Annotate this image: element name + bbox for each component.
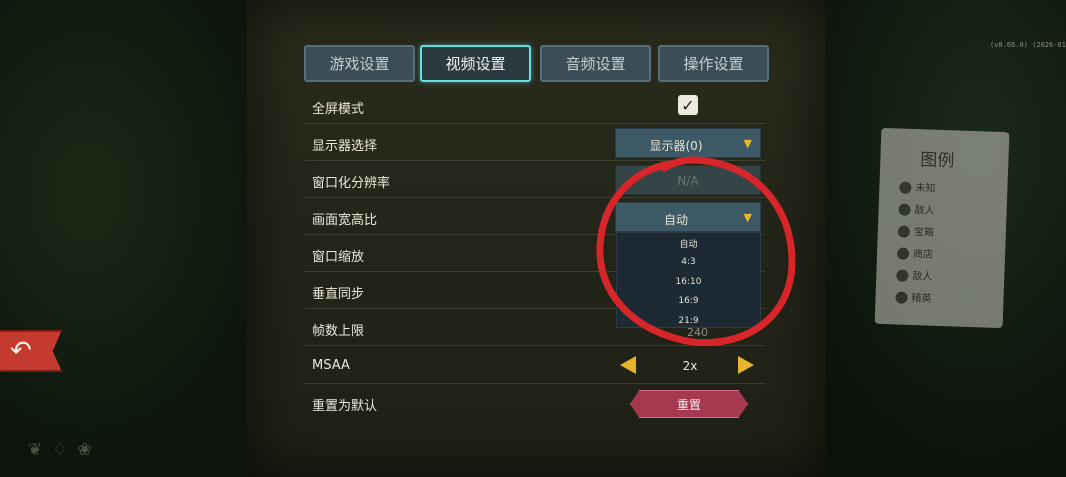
setting-label: 帧数上限 <box>312 324 365 339</box>
dropdown-option[interactable]: 自动 <box>617 237 760 250</box>
aspect-ratio-select[interactable]: 自动 ▼ <box>615 202 761 232</box>
setting-row-fullscreen: 全屏模式 ✓ <box>305 87 765 124</box>
legend-item: 敌人 <box>898 200 935 217</box>
tab-video-settings[interactable]: 视频设置 <box>420 45 531 82</box>
select-value: 自动 <box>663 213 688 227</box>
setting-label: 重置为默认 <box>312 399 378 414</box>
legend-item: 宝箱 <box>897 222 935 239</box>
setting-row-monitor: 显示器选择 显示器(0) ▼ <box>305 124 765 161</box>
triangle-down-icon: ▼ <box>743 211 752 224</box>
shop-icon <box>896 247 910 260</box>
setting-row-reset: 重置为默认 重置 <box>305 384 765 421</box>
setting-label: 垂直同步 <box>312 287 365 302</box>
legend-title: 图例 <box>920 150 955 172</box>
setting-label: 显示器选择 <box>312 139 378 154</box>
back-button[interactable]: ↶ <box>0 330 62 372</box>
setting-label: 全屏模式 <box>312 102 365 117</box>
resolution-select[interactable]: N/A <box>615 165 761 195</box>
select-value: 显示器(0) <box>649 139 703 153</box>
back-arrow-icon: ↶ <box>10 336 32 366</box>
setting-row-windowed-resolution: 窗口化分辨率 N/A <box>305 161 765 198</box>
enemy-icon <box>898 203 911 216</box>
legend-item: 精英 <box>895 288 932 305</box>
setting-row-aspect-ratio: 画面宽高比 自动 ▼ <box>305 198 765 235</box>
enemy-icon <box>896 269 909 282</box>
bottom-left-icons: ❦♢❀ <box>28 440 102 460</box>
legend-item: 敌人 <box>896 266 933 283</box>
chest-icon <box>897 225 911 238</box>
dropdown-option[interactable]: 21:9 <box>617 316 760 326</box>
aspect-ratio-dropdown-list: 自动 4:3 16:10 16:9 21:9 <box>616 232 761 328</box>
fullscreen-checkbox[interactable]: ✓ <box>678 95 698 115</box>
legend-item: 商店 <box>896 244 934 261</box>
dropdown-option[interactable]: 4:3 <box>617 257 760 267</box>
legend-item: 未知 <box>899 178 936 195</box>
elite-icon <box>895 291 908 304</box>
map-legend: 图例 未知 敌人 宝箱 商店 敌人 精英 <box>874 127 1010 329</box>
setting-row-msaa: MSAA 2x <box>305 347 765 384</box>
tab-audio-settings[interactable]: 音频设置 <box>540 45 651 82</box>
monitor-select[interactable]: 显示器(0) ▼ <box>615 128 761 158</box>
tab-control-settings[interactable]: 操作设置 <box>658 45 769 82</box>
select-value: N/A <box>677 174 699 188</box>
dropdown-option[interactable]: 16:10 <box>617 277 760 287</box>
setting-label: 画面宽高比 <box>312 213 378 228</box>
triangle-left-icon[interactable] <box>620 356 636 374</box>
unknown-icon <box>899 181 912 194</box>
setting-label: 窗口化分辨率 <box>312 176 391 191</box>
setting-label: MSAA <box>312 358 350 373</box>
tab-game-settings[interactable]: 游戏设置 <box>304 45 415 82</box>
msaa-value: 2x <box>682 359 698 373</box>
build-info: (v0.66.0) (2026-01-06) 6f9b5 <box>990 41 1066 49</box>
setting-label: 窗口缩放 <box>312 250 365 265</box>
triangle-down-icon: ▼ <box>743 137 752 150</box>
triangle-right-icon[interactable] <box>738 356 754 374</box>
check-icon: ✓ <box>681 95 695 115</box>
dropdown-option[interactable]: 16:9 <box>617 296 760 306</box>
reset-button[interactable]: 重置 <box>630 390 748 418</box>
